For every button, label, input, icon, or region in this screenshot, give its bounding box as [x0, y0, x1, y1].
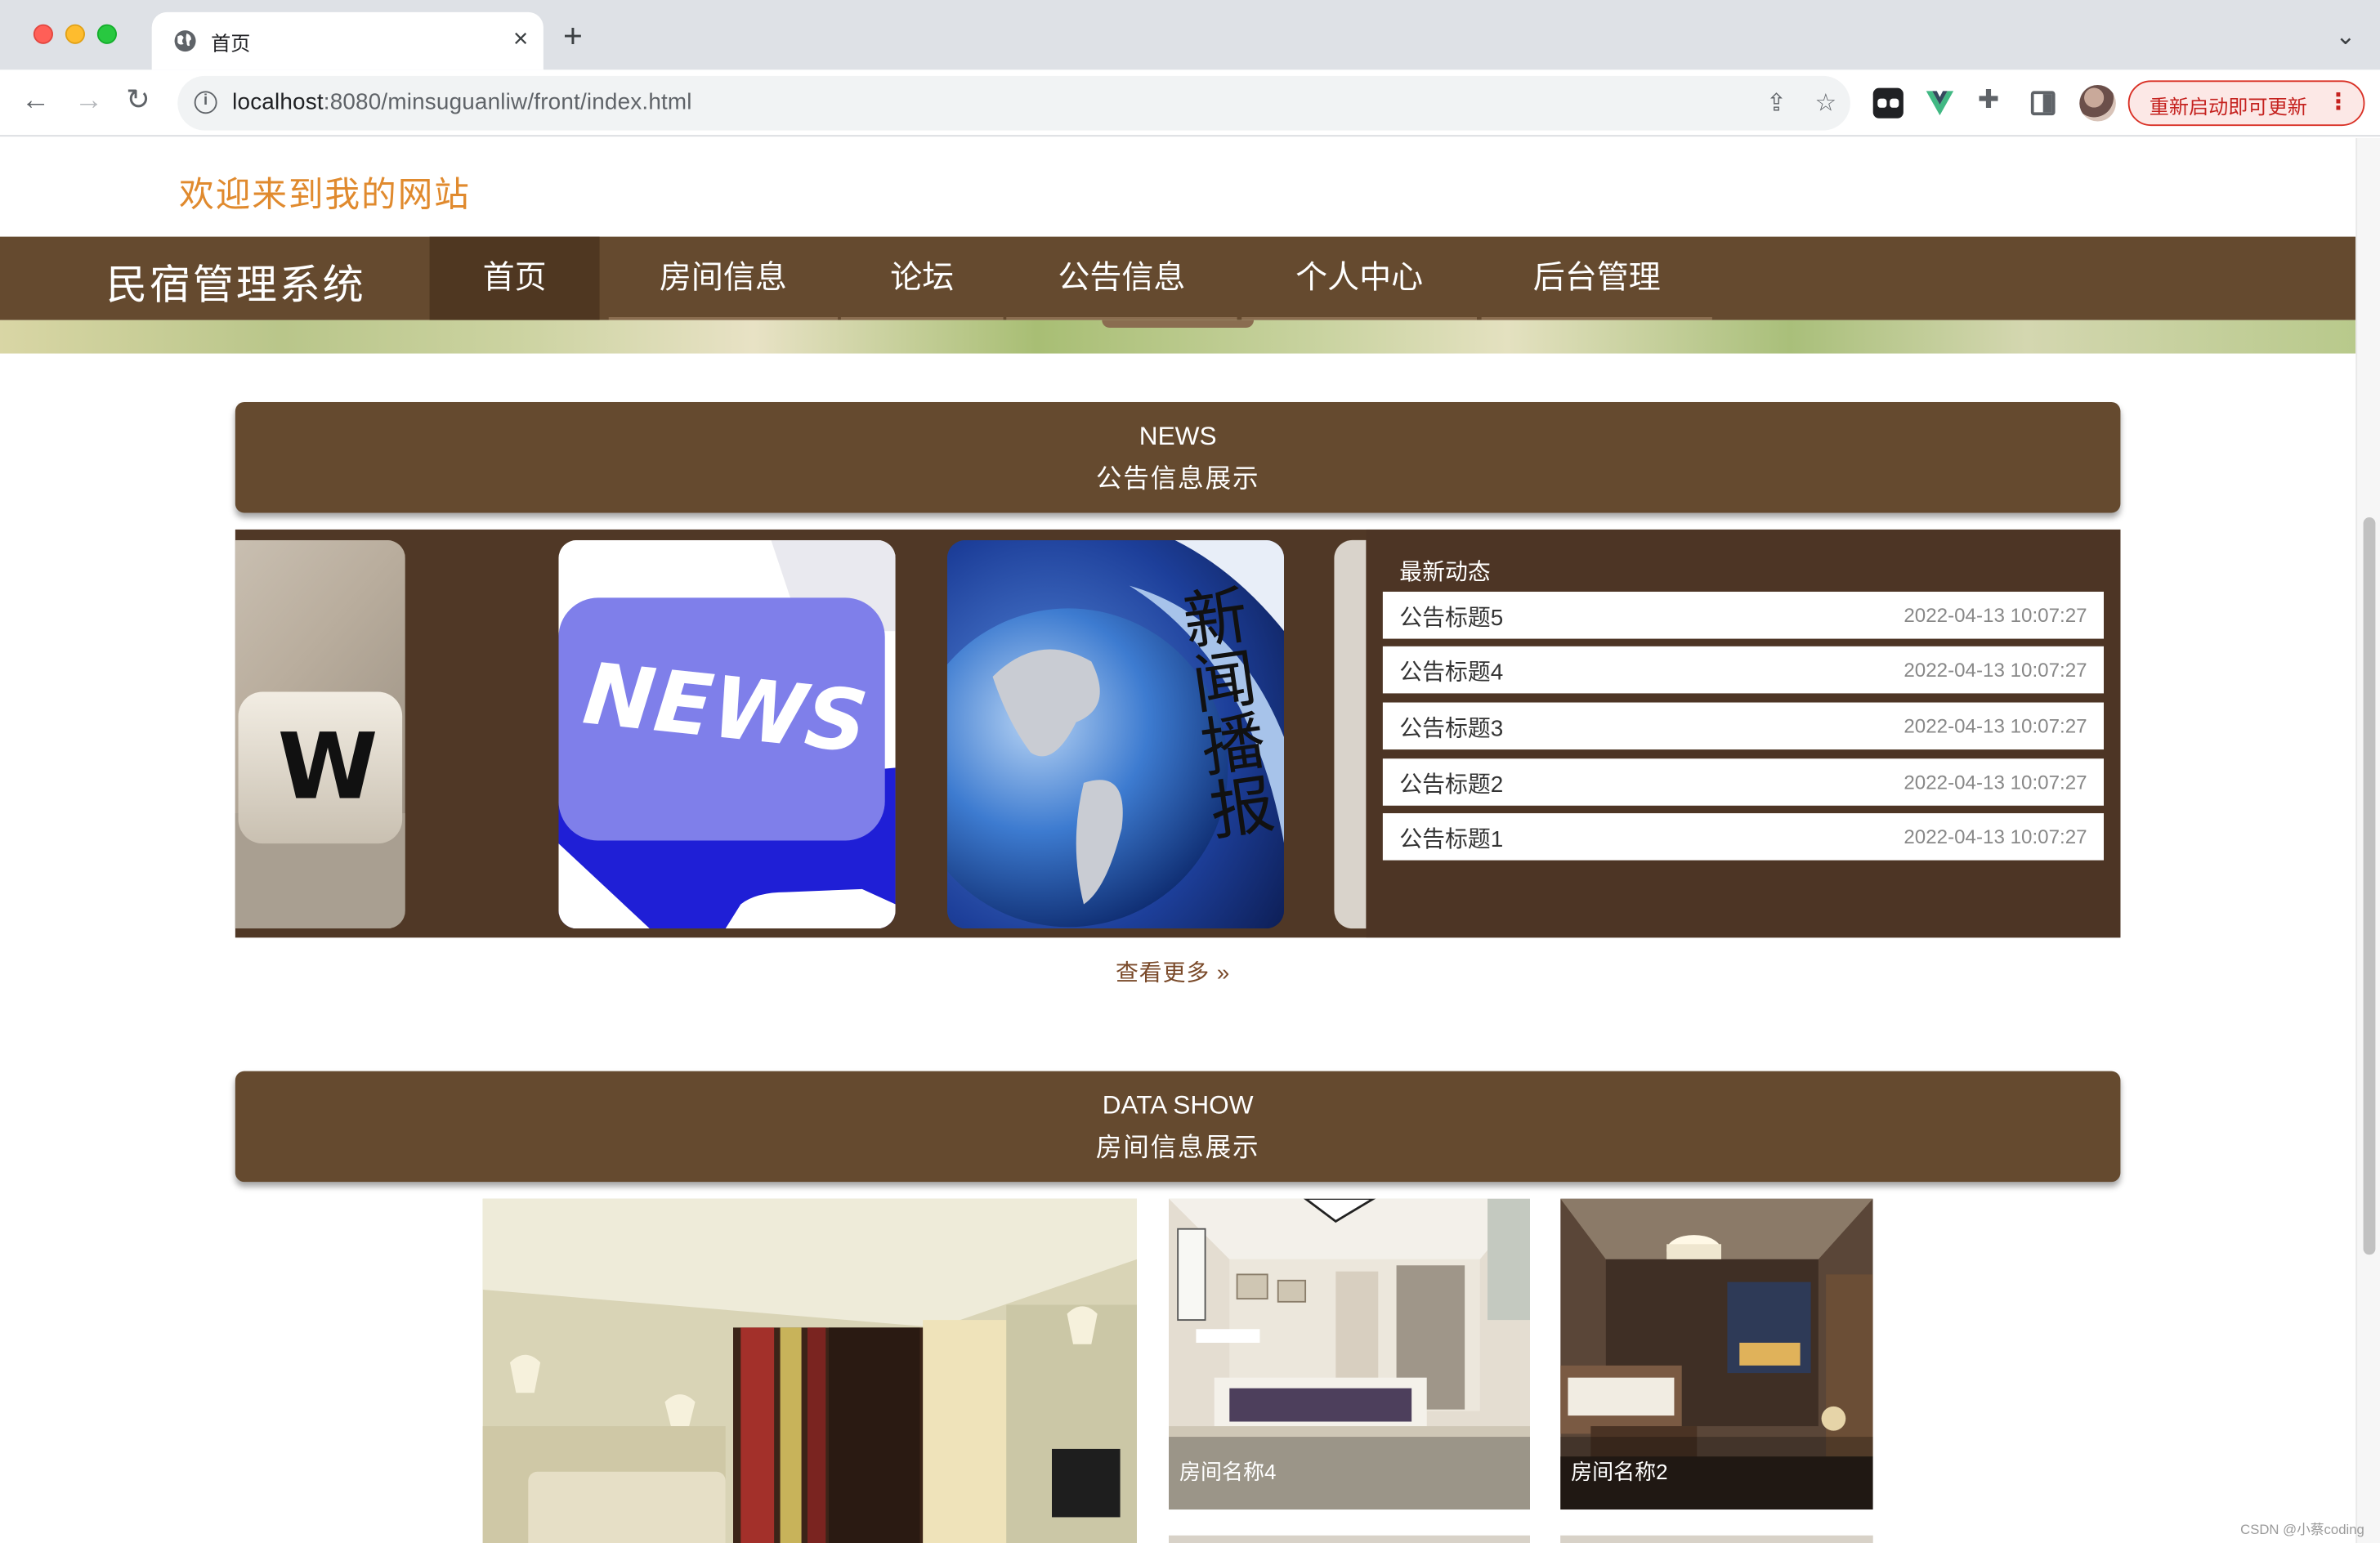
back-icon[interactable]: ←	[21, 85, 50, 119]
news-row-title: 公告标题3	[1399, 716, 1504, 742]
tab-strip: 首页 × + ⌄	[0, 0, 2380, 70]
news-row-date: 2022-04-13 10:07:27	[1904, 603, 2087, 627]
top-nav: 民宿管理系统 首页 房间信息 论坛 公告信息 个人中心 后台管理	[0, 236, 2356, 320]
reload-icon[interactable]: ↻	[126, 85, 150, 119]
news-row[interactable]: 公告标题4 2022-04-13 10:07:27	[1382, 646, 2105, 694]
scroll-thumb[interactable]	[2363, 517, 2376, 1255]
room-card-next[interactable]	[1169, 1535, 1531, 1543]
news-row-date: 2022-04-13 10:07:27	[1904, 658, 2087, 682]
update-button[interactable]: 重新启动即可更新 ⋮	[2127, 80, 2365, 127]
browser-tab[interactable]: 首页 ×	[151, 11, 544, 70]
tab-title: 首页	[211, 31, 251, 55]
news-card-ew-text: E W	[235, 715, 405, 821]
news-section-header: NEWS 公告信息展示	[235, 401, 2121, 513]
news-row-title: 公告标题5	[1399, 605, 1504, 632]
nav-admin[interactable]: 后台管理	[1481, 237, 1712, 320]
sidepanel-icon[interactable]	[2030, 91, 2056, 116]
room-card[interactable]: 房间名称2	[1560, 1198, 1873, 1510]
news-card-peek[interactable]	[1334, 539, 1367, 929]
room-card-large[interactable]	[482, 1198, 1138, 1543]
page-viewport: 欢迎来到我的网站 民宿管理系统 首页 房间信息 论坛 公告信息 个人中心 后台管…	[0, 137, 2356, 1543]
news-row[interactable]: 公告标题1 2022-04-13 10:07:27	[1382, 813, 2105, 861]
banner-indicator[interactable]	[1102, 320, 1255, 328]
news-row-date: 2022-04-13 10:07:27	[1904, 825, 2087, 848]
tab-close-icon[interactable]: ×	[513, 25, 528, 55]
forward-icon[interactable]: →	[74, 85, 103, 119]
news-row-date: 2022-04-13 10:07:27	[1904, 771, 2087, 794]
avatar[interactable]	[2079, 84, 2116, 122]
nav-notices[interactable]: 公告信息	[1006, 237, 1237, 320]
news-panel: E W NEWS	[235, 529, 2121, 938]
news-row-title: 公告标题1	[1399, 826, 1504, 853]
window-minimize-button[interactable]	[65, 24, 86, 44]
news-row[interactable]: 公告标题2 2022-04-13 10:07:27	[1382, 758, 2105, 806]
page-scrollbar[interactable]	[2355, 137, 2380, 1543]
browser-toolbar: ← → ↻ i localhost:8080/minsuguanliw/fron…	[0, 69, 2380, 137]
globe-icon	[174, 30, 196, 52]
data-header-zh: 房间信息展示	[1095, 1133, 1260, 1163]
url-host: localhost	[232, 89, 324, 116]
window-maximize-button[interactable]	[96, 24, 118, 44]
address-bar[interactable]: i localhost:8080/minsuguanliw/front/inde…	[177, 75, 1850, 131]
news-card-globe[interactable]: 新闻播报	[946, 539, 1285, 929]
tab-search-chevron-icon[interactable]: ⌄	[2335, 21, 2355, 51]
nav-home[interactable]: 首页	[429, 236, 600, 320]
news-row-title: 公告标题2	[1399, 772, 1504, 798]
latest-title: 最新动态	[1399, 560, 1491, 586]
news-row[interactable]: 公告标题5 2022-04-13 10:07:27	[1382, 592, 2105, 639]
room-card-next[interactable]	[1560, 1535, 1873, 1543]
room-card[interactable]: 房间名称4	[1169, 1198, 1531, 1510]
kebab-menu-icon[interactable]: ⋮	[2327, 88, 2350, 116]
data-header-en: DATA SHOW	[1102, 1090, 1254, 1120]
new-tab-button[interactable]: +	[563, 19, 583, 53]
window-close-button[interactable]	[33, 24, 54, 44]
star-icon[interactable]: ☆	[1815, 88, 1837, 119]
news-header-zh: 公告信息展示	[1095, 464, 1260, 494]
update-label: 重新启动即可更新	[2149, 95, 2307, 119]
url-path: :8080/minsuguanliw/front/index.html	[323, 89, 692, 116]
puzzle-icon[interactable]: ✚	[1978, 85, 2008, 115]
news-header-en: NEWS	[1139, 422, 1217, 451]
nav-forum[interactable]: 论坛	[840, 237, 1004, 320]
news-row[interactable]: 公告标题3 2022-04-13 10:07:27	[1382, 702, 2105, 750]
news-card-news[interactable]: NEWS	[558, 539, 896, 929]
url-text[interactable]: localhost:8080/minsuguanliw/front/index.…	[232, 90, 692, 116]
nav-profile[interactable]: 个人中心	[1241, 237, 1478, 320]
brand-title: 民宿管理系统	[106, 262, 366, 308]
extension-icon[interactable]	[1872, 87, 1904, 119]
info-icon[interactable]: i	[194, 91, 217, 114]
room-name: 房间名称4	[1179, 1459, 1277, 1484]
welcome-text: 欢迎来到我的网站	[179, 174, 471, 214]
share-icon[interactable]: ⇪	[1766, 88, 1787, 119]
view-more-link[interactable]: 查看更多 »	[1116, 956, 1230, 988]
watermark: CSDN @小蔡coding	[2240, 1522, 2364, 1537]
news-row-title: 公告标题4	[1399, 660, 1504, 687]
room-name: 房间名称2	[1571, 1459, 1668, 1484]
nav-rooms[interactable]: 房间信息	[608, 237, 839, 320]
vue-devtools-icon[interactable]	[1925, 88, 1955, 119]
data-section-header: DATA SHOW 房间信息展示	[235, 1071, 2121, 1183]
news-card-ew[interactable]: E W	[235, 539, 405, 929]
latest-news-list: 最新动态 公告标题5 2022-04-13 10:07:27 公告标题4 202…	[1366, 529, 2121, 938]
screen: 首页 × + ⌄ ← → ↻ i localhost:8080/minsugua…	[0, 0, 2380, 1543]
news-row-date: 2022-04-13 10:07:27	[1904, 714, 2087, 738]
banner-strip	[0, 320, 2356, 354]
